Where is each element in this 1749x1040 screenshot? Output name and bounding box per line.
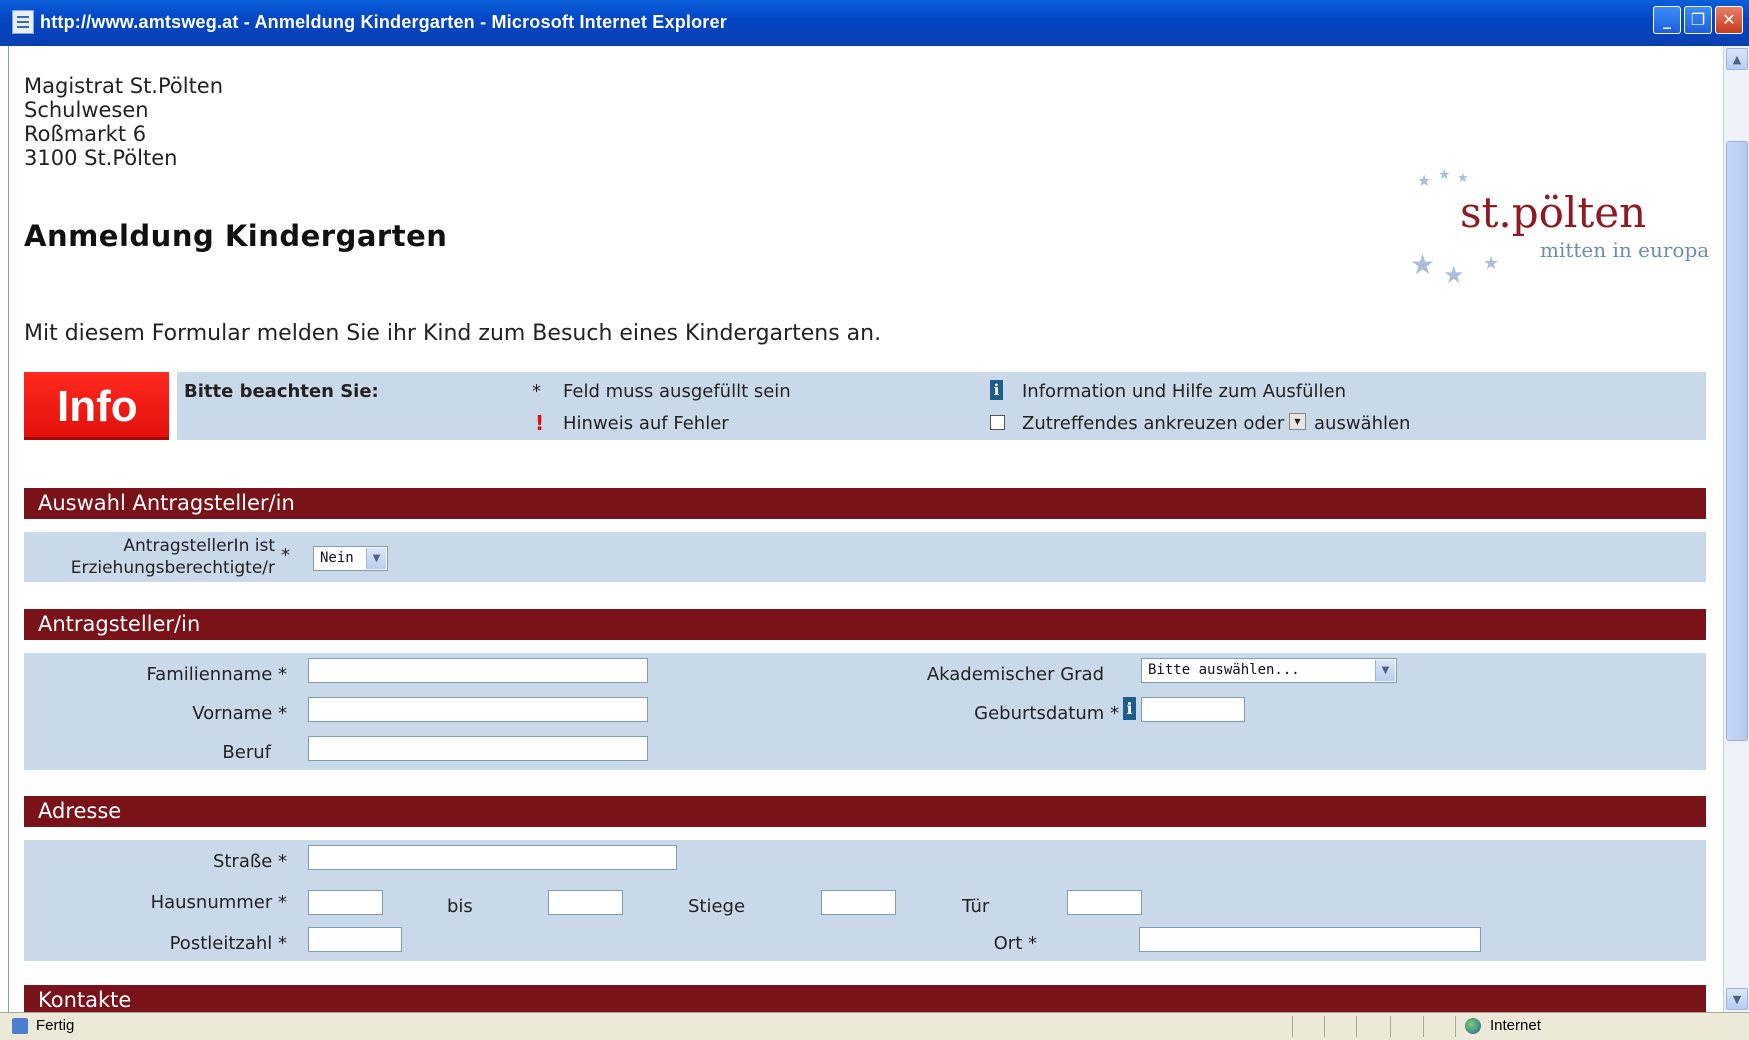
info-button-label: Info (57, 382, 138, 431)
star-icon: ★ (1483, 253, 1500, 274)
address-line: Roßmarkt 6 (24, 122, 147, 146)
city-logo: ★ ★ ★ ★ ★ ★ st.pölten mitten in europa (1405, 165, 1715, 295)
required-star: * (281, 545, 290, 566)
legend-title: Bitte beachten Sie: (184, 381, 379, 402)
error-icon: ! (535, 411, 545, 435)
divider (1455, 1016, 1456, 1037)
akad-grad-label: Akademischer Grad (926, 664, 1104, 685)
erziehungsberechtigt-label: AntragstellerIn ist Erziehungsberechtigt… (60, 535, 275, 579)
dropdown-icon: ▼ (1289, 413, 1306, 430)
select-value: Nein (320, 550, 354, 566)
panel-auswahl (24, 532, 1706, 582)
vorname-field[interactable] (308, 697, 648, 722)
star-icon: ★ (1438, 167, 1451, 183)
familienname-label: Familienname * (146, 664, 287, 685)
stiege-field[interactable] (821, 890, 896, 915)
geburtsdatum-label: Geburtsdatum * (974, 703, 1119, 724)
section-title: Auswahl Antragsteller/in (38, 491, 295, 515)
ort-label: Ort * (993, 933, 1037, 954)
chevron-down-icon: ▼ (366, 548, 386, 569)
window-titlebar: http://www.amtsweg.at - Anmeldung Kinder… (0, 0, 1749, 46)
maximize-button[interactable]: ❐ (1684, 6, 1712, 34)
section-title: Kontakte (38, 988, 132, 1012)
select-value: Bitte auswählen... (1148, 662, 1300, 678)
info-help-icon[interactable]: i (1123, 697, 1136, 720)
page-icon (12, 1018, 28, 1034)
legend-error: Hinweis auf Fehler (563, 413, 729, 434)
legend-check-prefix: Zutreffendes ankreuzen oder (1022, 413, 1285, 434)
address-line: Magistrat St.Pölten (24, 74, 224, 98)
star-icon: ★ (1457, 171, 1469, 186)
vertical-scrollbar[interactable]: ▲ ▼ (1723, 46, 1749, 1012)
tuer-label: Tür (962, 896, 990, 917)
label-line: Erziehungsberechtigte/r (70, 558, 275, 578)
close-button[interactable]: ✕ (1715, 6, 1743, 34)
erziehungsberechtigt-select[interactable]: Nein ▼ (313, 546, 388, 571)
chevron-down-icon: ▼ (1375, 660, 1395, 681)
section-title: Antragsteller/in (38, 612, 201, 636)
address-block: Magistrat St.Pölten Schulwesen Roßmarkt … (24, 74, 223, 170)
star-icon: ★ (1417, 171, 1432, 190)
label-line: AntragstellerIn ist (123, 536, 275, 556)
star-icon: ★ (1410, 248, 1436, 281)
divider (169, 372, 177, 440)
globe-icon (1465, 1018, 1481, 1034)
intro-text: Mit diesem Formular melden Sie ihr Kind … (24, 321, 882, 346)
familienname-field[interactable] (308, 658, 648, 683)
strasse-label: Straße * (212, 851, 287, 872)
divider (1390, 1016, 1391, 1037)
security-zone: Internet (1490, 1017, 1541, 1034)
divider (1292, 1016, 1293, 1037)
logo-tagline: mitten in europa (1540, 238, 1710, 262)
address-line: 3100 St.Pölten (24, 146, 178, 170)
divider (1356, 1016, 1357, 1037)
page-title: Anmeldung Kindergarten (24, 219, 448, 253)
plz-label: Postleitzahl * (169, 933, 287, 954)
section-header-auswahl: Auswahl Antragsteller/in (24, 488, 1706, 519)
ort-field[interactable] (1139, 927, 1481, 952)
status-bar: Fertig Internet (0, 1012, 1749, 1040)
legend-help: Information und Hilfe zum Ausfüllen (1022, 381, 1346, 402)
beruf-field[interactable] (308, 736, 648, 761)
scroll-up-button[interactable]: ▲ (1726, 48, 1748, 70)
star-icon: ★ (1443, 261, 1465, 289)
window-title: http://www.amtsweg.at - Anmeldung Kinder… (40, 12, 727, 32)
beruf-label: Beruf (222, 742, 271, 763)
plz-field[interactable] (308, 927, 402, 952)
checkbox-icon (990, 415, 1005, 430)
legend-required: Feld muss ausgefüllt sein (563, 381, 791, 402)
address-line: Schulwesen (24, 98, 149, 122)
divider (1324, 1016, 1325, 1037)
status-text: Fertig (36, 1017, 75, 1034)
scroll-down-button[interactable]: ▼ (1726, 988, 1748, 1010)
section-header-antragsteller: Antragsteller/in (24, 609, 1706, 640)
minimize-button[interactable]: _ (1653, 6, 1681, 34)
geburtsdatum-field[interactable] (1141, 697, 1245, 722)
tuer-field[interactable] (1067, 890, 1142, 915)
strasse-field[interactable] (308, 845, 677, 870)
akad-grad-select[interactable]: Bitte auswählen... ▼ (1141, 658, 1397, 683)
info-button[interactable]: Info (24, 372, 169, 440)
hausnummer-field[interactable] (308, 890, 383, 915)
vorname-label: Vorname * (192, 703, 287, 724)
section-title: Adresse (38, 799, 122, 823)
section-header-adresse: Adresse (24, 796, 1706, 827)
ie-page-icon (12, 10, 34, 34)
bis-label: bis (447, 896, 473, 917)
required-star-icon: * (532, 381, 541, 402)
stiege-label: Stiege (688, 896, 746, 917)
hausnummer-bis-field[interactable] (548, 890, 623, 915)
info-help-icon: i (990, 380, 1003, 400)
scroll-thumb[interactable] (1726, 141, 1748, 741)
logo-name: st.pölten (1460, 188, 1647, 237)
divider (1423, 1016, 1424, 1037)
hausnummer-label: Hausnummer * (150, 892, 287, 913)
legend-check-suffix: auswählen (1314, 413, 1411, 434)
